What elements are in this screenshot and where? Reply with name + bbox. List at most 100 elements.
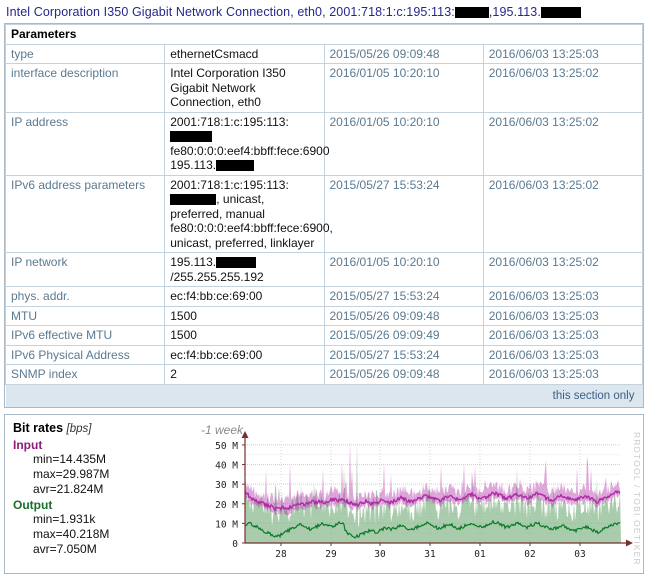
row-updated: 2016/06/03 13:25:03 [482, 43, 644, 64]
bit-rates-graph[interactable]: -1 week 0 10 M 20 M 30 M 40 M 50 M 28 29 30 31 01 0… [193, 415, 643, 573]
page-title: Intel Corporation I350 Gigabit Network C… [0, 0, 648, 23]
ip-line-1: 2001:718:1:c:195:113: [170, 114, 289, 129]
parameters-footer-row: this section only [5, 383, 643, 407]
row-key: IPv6 effective MTU [4, 325, 166, 346]
bit-rates-title: Bit rates [bps] [13, 421, 193, 435]
row-updated: 2016/06/03 13:25:02 [482, 111, 644, 176]
row-value: Intel Corporation I350 Gigabit Network C… [164, 63, 325, 113]
row-created: 2015/05/26 09:09:48 [323, 43, 484, 64]
ip-line-2: fe80:0:0:0:eef4:bbff:fece:6900 [170, 143, 330, 158]
table-row: IP network 195.113./255.255.255.192 2016… [4, 252, 644, 287]
network-prefix: 195.113. [170, 255, 217, 269]
ipv6-param-line-3: fe80:0:0:0:eef4:bbff:fece:6900, unicast,… [170, 221, 333, 250]
input-avr: avr=21.824M [33, 482, 104, 496]
svg-text:30 M: 30 M [215, 480, 238, 491]
output-group-label: Output [13, 498, 53, 512]
row-value: ethernetCsmacd [164, 43, 325, 64]
rrdtool-watermark: RRDTOOL / TOBI OETIKER [632, 432, 642, 566]
row-key: SNMP index [4, 364, 166, 385]
svg-text:40 M: 40 M [215, 461, 238, 472]
row-created: 2016/01/05 10:20:10 [323, 252, 484, 287]
output-min: min=1.931k [33, 512, 96, 526]
row-updated: 2016/06/03 13:25:03 [482, 286, 644, 307]
row-created: 2015/05/26 09:09:48 [323, 364, 484, 385]
row-updated: 2016/06/03 13:25:02 [482, 174, 644, 253]
network-mask: /255.255.255.192 [170, 269, 264, 284]
row-created: 2015/05/26 09:09:49 [323, 325, 484, 346]
parameters-footer-cell: this section only [5, 383, 643, 407]
parameters-panel: Parameters type ethernetCsmacd 2015/05/2… [4, 23, 644, 408]
svg-text:10 M: 10 M [215, 519, 238, 530]
table-row: phys. addr. ec:f4:bb:ce:69:00 2015/05/27… [4, 286, 644, 307]
input-group-label: Input [13, 438, 43, 452]
redacted-block-title-2 [540, 7, 581, 18]
table-row: IPv6 Physical Address ec:f4:bb:ce:69:00 … [4, 344, 644, 365]
row-key: MTU [4, 305, 166, 326]
row-created: 2016/01/05 10:20:10 [323, 63, 484, 113]
time-range-label: -1 week [201, 423, 244, 437]
svg-text:50 M: 50 M [215, 441, 238, 452]
redacted-block-network [216, 257, 257, 268]
svg-text:02: 02 [524, 549, 535, 560]
row-key: IPv6 address parameters [4, 174, 166, 253]
table-row: type ethernetCsmacd 2015/05/26 09:09:48 … [4, 43, 644, 64]
row-updated: 2016/06/03 13:25:03 [482, 305, 644, 326]
svg-text:20 M: 20 M [215, 500, 238, 511]
row-value: 195.113./255.255.255.192 [164, 252, 325, 287]
table-row: IPv6 effective MTU 1500 2015/05/26 09:09… [4, 325, 644, 346]
svg-text:28: 28 [275, 549, 287, 560]
row-value: 1500 [164, 325, 325, 346]
redacted-block-ipv6 [170, 131, 213, 142]
output-max: max=40.218M [33, 527, 110, 541]
bit-rates-title-text: Bit rates [13, 421, 64, 435]
bit-rates-legend: Bit rates [bps] Input min=14.435M max=29… [5, 415, 193, 557]
row-key: IP network [4, 252, 166, 287]
row-value: 2001:718:1:c:195:113: fe80:0:0:0:eef4:bbf… [164, 111, 330, 176]
row-created: 2015/05/27 15:53:24 [323, 344, 484, 365]
row-updated: 2016/06/03 13:25:03 [482, 364, 644, 385]
row-value: ec:f4:bb:ce:69:00 [164, 344, 325, 365]
row-value: 1500 [164, 305, 325, 326]
row-updated: 2016/06/03 13:25:03 [482, 325, 644, 346]
table-row: interface description Intel Corporation … [4, 63, 644, 113]
section-heading: Parameters [5, 24, 643, 45]
row-key: IPv6 Physical Address [4, 344, 166, 365]
parameters-table: Parameters type ethernetCsmacd 2015/05/2… [4, 24, 644, 407]
row-updated: 2016/06/03 13:25:03 [482, 344, 644, 365]
table-row: SNMP index 2 2015/05/26 09:09:48 2016/06… [4, 364, 644, 385]
svg-text:01: 01 [474, 549, 486, 560]
row-key: interface description [4, 63, 166, 113]
row-created: 2015/05/26 09:09:48 [323, 305, 484, 326]
svg-text:0: 0 [232, 539, 238, 550]
output-avr: avr=7.050M [33, 542, 97, 556]
row-value: 2 [164, 364, 325, 385]
page-title-middle: ,195.113. [488, 5, 541, 19]
page-title-prefix: Intel Corporation I350 Gigabit Network C… [6, 5, 455, 19]
redacted-block-ipv6-param [170, 194, 217, 205]
svg-text:03: 03 [574, 549, 585, 560]
table-row: IPv6 address parameters 2001:718:1:c:195… [4, 174, 644, 253]
rrd-chart-svg: 0 10 M 20 M 30 M 40 M 50 M 28 29 30 31 01 02 03 [215, 431, 633, 560]
input-max: max=29.987M [33, 467, 110, 481]
row-updated: 2016/06/03 13:25:02 [482, 252, 644, 287]
svg-text:29: 29 [325, 549, 337, 560]
input-min: min=14.435M [33, 452, 107, 466]
ipv6-param-line-1: 2001:718:1:c:195:113: [170, 177, 289, 192]
row-value: 2001:718:1:c:195:113:, unicast, preferre… [164, 174, 333, 253]
this-section-only-link[interactable]: this section only [553, 390, 635, 402]
table-row: IP address 2001:718:1:c:195:113: fe80:0:0… [4, 111, 644, 176]
row-updated: 2016/06/03 13:25:02 [482, 63, 644, 113]
table-row: MTU 1500 2015/05/26 09:09:48 2016/06/03 … [4, 305, 644, 326]
row-key: IP address [4, 111, 166, 176]
row-created: 2016/01/05 10:20:10 [323, 111, 484, 176]
redacted-block-ipv4 [216, 160, 255, 171]
redacted-block-title-1 [454, 7, 489, 18]
row-created: 2015/05/27 15:53:24 [323, 174, 484, 253]
svg-text:30: 30 [374, 549, 386, 560]
bit-rates-unit: [bps] [66, 423, 92, 435]
row-value: ec:f4:bb:ce:69:00 [164, 286, 325, 307]
parameters-heading-row: Parameters [5, 24, 643, 45]
row-created: 2015/05/27 15:53:24 [323, 286, 484, 307]
row-key: phys. addr. [4, 286, 166, 307]
ip-line-3: 195.113. [170, 158, 217, 172]
